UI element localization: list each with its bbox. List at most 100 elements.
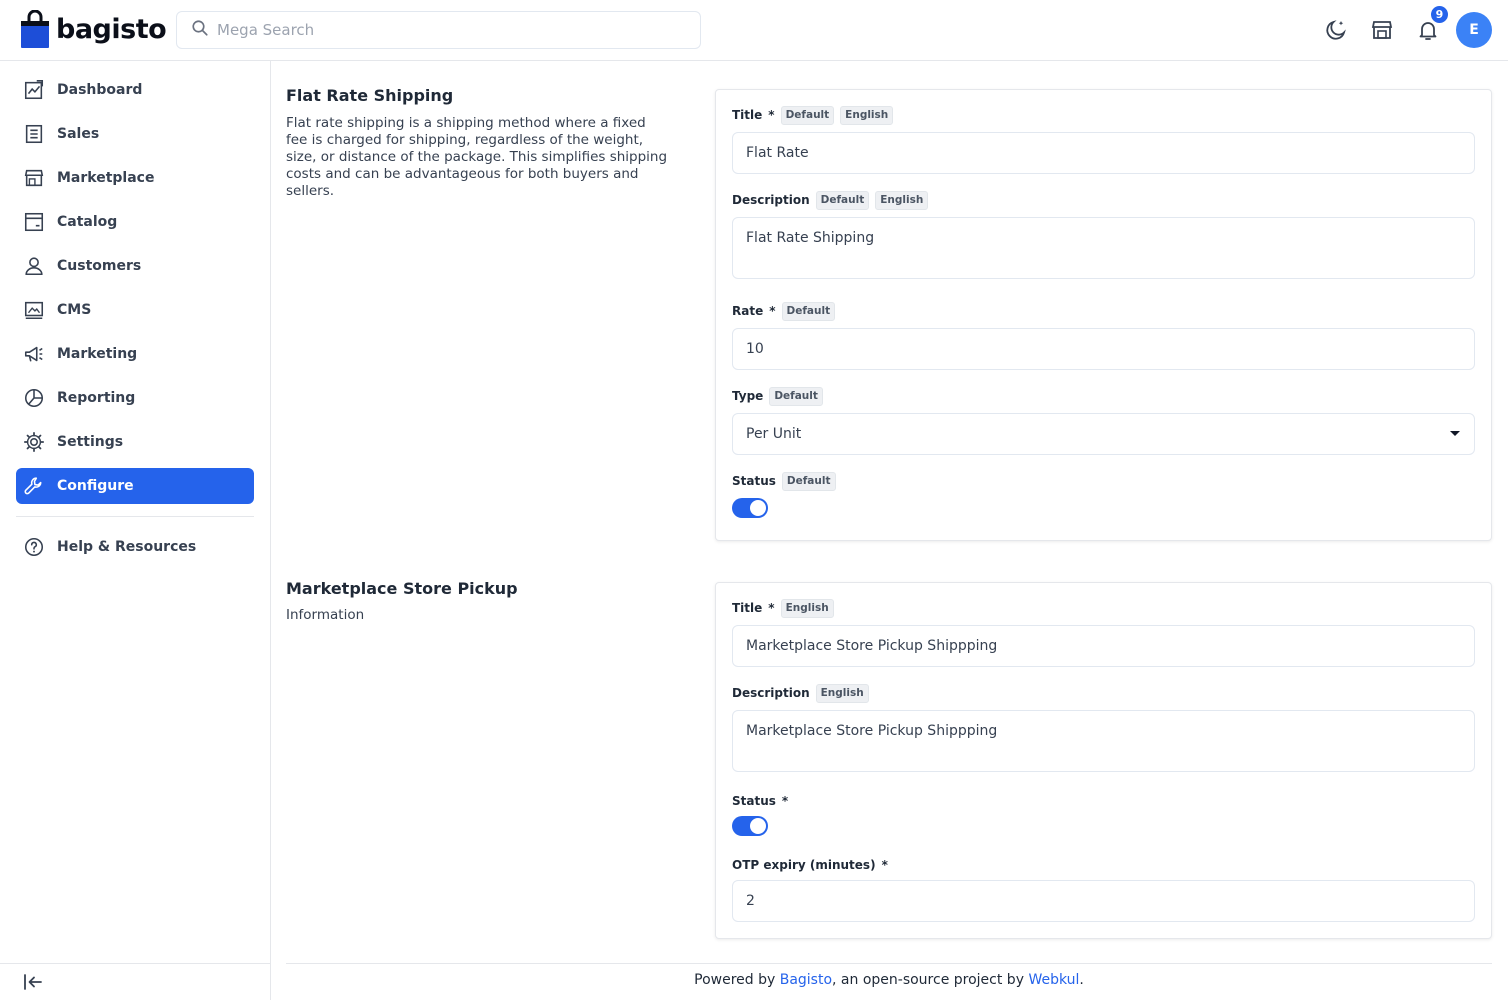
caret-down-icon xyxy=(1450,431,1460,436)
store-pickup-description-textarea[interactable]: Marketplace Store Pickup Shippping xyxy=(732,710,1475,772)
footer-text: . xyxy=(1079,972,1084,988)
sidebar-item-customers[interactable]: Customers xyxy=(16,248,254,284)
store-pickup-otp-input[interactable] xyxy=(732,880,1475,922)
megaphone-icon xyxy=(24,346,43,362)
sidebar-item-label: Reporting xyxy=(57,390,136,406)
gear-icon xyxy=(23,431,45,453)
default-chip: Default xyxy=(780,105,835,125)
store-pickup-description-label: Description English xyxy=(732,683,869,703)
flat-rate-section-title: Flat Rate Shipping xyxy=(286,86,454,105)
sidebar-item-settings[interactable]: Settings xyxy=(16,424,254,460)
store-pickup-title-label: Title * English xyxy=(732,598,834,618)
field-label-text: Status xyxy=(732,794,776,808)
required-mark: * xyxy=(881,858,888,872)
default-chip: Default xyxy=(781,301,836,321)
sidebar-divider xyxy=(16,516,254,517)
default-chip: Default xyxy=(769,386,823,406)
english-chip: English xyxy=(780,598,834,618)
flat-rate-status-toggle[interactable] xyxy=(732,498,768,518)
field-label-text: Description xyxy=(732,193,810,207)
english-chip: English xyxy=(815,683,869,703)
flat-rate-title-input[interactable] xyxy=(732,132,1475,174)
user-avatar[interactable]: E xyxy=(1456,12,1492,48)
footer-text: , an open-source project by xyxy=(832,972,1029,988)
sidebar-item-label: Configure xyxy=(57,478,134,494)
required-mark: * xyxy=(768,108,775,122)
flat-rate-type-select[interactable]: Per Unit xyxy=(732,413,1475,455)
sidebar: Dashboard Sales Marketplace Catalog Cust… xyxy=(0,61,271,1000)
store-pickup-section-description: Information xyxy=(286,607,365,623)
flat-rate-title-label: Title * Default English xyxy=(732,105,894,125)
sidebar-item-label: Dashboard xyxy=(57,82,143,98)
collapse-sidebar-icon xyxy=(24,974,42,990)
english-chip: English xyxy=(875,190,929,210)
catalog-icon xyxy=(24,212,44,232)
sales-icon xyxy=(25,124,43,144)
sidebar-item-label: Marketplace xyxy=(57,170,155,186)
wrench-icon xyxy=(24,477,42,495)
bagisto-link[interactable]: Bagisto xyxy=(780,972,832,988)
flat-rate-status-label: Status Default xyxy=(732,471,836,491)
field-label-text: Description xyxy=(732,686,810,700)
footer: Powered by Bagisto, an open-source proje… xyxy=(286,972,1492,988)
store-icon xyxy=(24,169,44,187)
field-label-text: Type xyxy=(732,389,764,403)
mega-search[interactable] xyxy=(176,11,701,49)
store-pickup-section-title: Marketplace Store Pickup xyxy=(286,579,518,598)
webkul-link[interactable]: Webkul xyxy=(1028,972,1079,988)
field-label-text: Rate xyxy=(732,304,764,318)
search-icon xyxy=(191,19,209,41)
field-label-text: OTP expiry (minutes) xyxy=(732,858,876,872)
required-mark: * xyxy=(768,601,775,615)
user-icon xyxy=(25,257,43,276)
store-pickup-otp-label: OTP expiry (minutes) * xyxy=(732,855,888,875)
required-mark: * xyxy=(781,794,789,808)
toggle-knob xyxy=(750,500,766,516)
sidebar-item-marketplace[interactable]: Marketplace xyxy=(16,160,254,196)
footer-divider xyxy=(286,963,1492,964)
flat-rate-description-textarea[interactable]: Flat Rate Shipping xyxy=(732,217,1475,279)
search-input[interactable] xyxy=(217,21,677,39)
toggle-knob xyxy=(750,818,766,834)
sidebar-item-cms[interactable]: CMS xyxy=(16,292,254,328)
field-label-text: Title xyxy=(732,108,763,122)
logo-text: bagisto xyxy=(56,13,167,45)
sidebar-item-reporting[interactable]: Reporting xyxy=(16,380,254,416)
sidebar-item-label: Sales xyxy=(57,126,100,142)
sidebar-item-label: Catalog xyxy=(57,214,118,230)
store-pickup-status-label: Status * xyxy=(732,791,788,811)
footer-text: Powered by xyxy=(694,972,780,988)
sidebar-item-label: Settings xyxy=(57,434,124,450)
sidebar-item-catalog[interactable]: Catalog xyxy=(16,204,254,240)
store-pickup-title-input[interactable] xyxy=(732,625,1475,667)
sidebar-item-marketing[interactable]: Marketing xyxy=(16,336,254,372)
flat-rate-section-description: Flat rate shipping is a shipping method … xyxy=(286,115,668,199)
sidebar-item-dashboard[interactable]: Dashboard xyxy=(16,72,254,108)
select-value: Per Unit xyxy=(746,426,802,442)
cms-icon xyxy=(24,301,44,320)
store-pickup-status-toggle[interactable] xyxy=(732,816,768,836)
field-label-text: Title xyxy=(732,601,763,615)
sidebar-item-label: Marketing xyxy=(57,346,138,362)
flat-rate-type-label: Type Default xyxy=(732,386,823,406)
english-chip: English xyxy=(840,105,894,125)
top-header: bagisto 9 E xyxy=(0,0,1508,61)
required-mark: * xyxy=(769,304,776,318)
sidebar-item-label: Help & Resources xyxy=(57,539,197,555)
flat-rate-rate-input[interactable] xyxy=(732,328,1475,370)
sidebar-collapse-toggle[interactable] xyxy=(0,963,270,1000)
pie-chart-icon xyxy=(24,388,44,408)
default-chip: Default xyxy=(781,471,836,491)
shopping-bag-icon xyxy=(20,9,50,48)
sidebar-item-sales[interactable]: Sales xyxy=(16,116,254,152)
sidebar-item-label: Customers xyxy=(57,258,142,274)
dark-mode-icon[interactable] xyxy=(1323,17,1349,43)
dashboard-icon xyxy=(24,80,44,100)
flat-rate-rate-label: Rate * Default xyxy=(732,301,836,321)
notification-count-badge: 9 xyxy=(1429,4,1450,25)
sidebar-item-configure[interactable]: Configure xyxy=(16,468,254,504)
sidebar-item-help[interactable]: Help & Resources xyxy=(16,529,254,565)
bagisto-logo[interactable]: bagisto xyxy=(20,9,167,48)
flat-rate-description-label: Description Default English xyxy=(732,190,929,210)
storefront-icon[interactable] xyxy=(1369,17,1395,43)
